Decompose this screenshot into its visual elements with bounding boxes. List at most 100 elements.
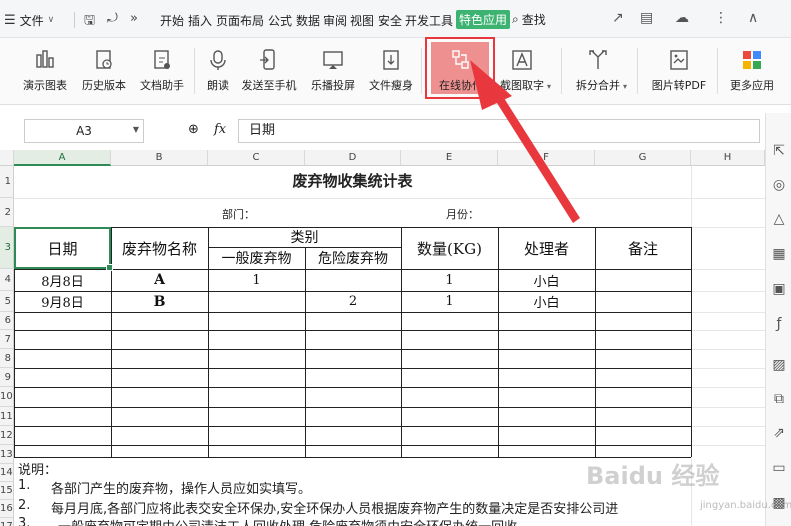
- export-icon[interactable]: ⇗: [770, 425, 788, 441]
- history-button[interactable]: 历史版本: [76, 44, 132, 100]
- zoom-icon[interactable]: ⊕: [188, 122, 199, 137]
- tab-formula[interactable]: 公式: [268, 12, 292, 29]
- cast-screen-button[interactable]: 乐播投屏: [306, 44, 360, 100]
- row-header[interactable]: 17: [0, 518, 14, 526]
- table-cell[interactable]: B: [111, 291, 208, 312]
- collapse-ribbon-icon[interactable]: ∧: [748, 10, 758, 26]
- col-header-b[interactable]: B: [111, 150, 208, 166]
- col-header-f[interactable]: F: [498, 150, 595, 166]
- share-icon[interactable]: ↗: [612, 10, 624, 26]
- row-header[interactable]: 7: [0, 330, 14, 349]
- tab-view[interactable]: 视图: [350, 12, 374, 29]
- tab-security[interactable]: 安全: [378, 12, 402, 29]
- row-header[interactable]: 10: [0, 387, 14, 407]
- table-cell[interactable]: [595, 269, 691, 291]
- table-cell[interactable]: 小白: [498, 291, 595, 312]
- more-options-icon[interactable]: ⋮: [714, 10, 728, 26]
- more-icon[interactable]: »: [130, 11, 138, 26]
- table-cell[interactable]: A: [111, 269, 208, 291]
- row-header[interactable]: 12: [0, 426, 14, 445]
- style-icon[interactable]: △: [770, 211, 788, 227]
- row-header[interactable]: 2: [0, 198, 14, 227]
- cloud-icon[interactable]: ☁: [675, 10, 689, 26]
- screenshot-text-button[interactable]: 截图取字: [492, 44, 552, 100]
- table-cell[interactable]: 1: [208, 269, 305, 291]
- col-header-a[interactable]: A: [14, 150, 111, 166]
- col-header-h[interactable]: H: [691, 150, 765, 166]
- table-cell[interactable]: [305, 269, 401, 291]
- copy-icon[interactable]: ⧉: [770, 391, 788, 407]
- fx-icon[interactable]: fx: [214, 122, 226, 137]
- archive-icon[interactable]: ▭: [770, 460, 788, 476]
- row-header[interactable]: 5: [0, 291, 14, 312]
- more-apps-button[interactable]: 更多应用: [724, 44, 780, 100]
- row-header[interactable]: 3: [0, 227, 14, 269]
- tab-insert[interactable]: 插入: [188, 12, 212, 29]
- split-merge-button[interactable]: 拆分合并: [570, 44, 626, 100]
- table-cell[interactable]: 1: [401, 291, 498, 312]
- demo-chart-button[interactable]: 演示图表: [16, 44, 74, 100]
- col-header-d[interactable]: D: [305, 150, 401, 166]
- table-cell[interactable]: [208, 291, 305, 312]
- col-header-g[interactable]: G: [595, 150, 691, 166]
- shapes-icon[interactable]: ◎: [770, 177, 788, 193]
- name-box[interactable]: A3 ▼: [24, 119, 144, 143]
- tab-page-layout[interactable]: 页面布局: [216, 12, 264, 29]
- header-category[interactable]: 类别: [208, 227, 401, 247]
- table-cell[interactable]: 1: [401, 269, 498, 291]
- row-header[interactable]: 6: [0, 312, 14, 330]
- tab-review[interactable]: 审阅: [323, 12, 347, 29]
- row-header[interactable]: 9: [0, 368, 14, 387]
- row-header[interactable]: 14: [0, 464, 14, 482]
- tab-data[interactable]: 数据: [296, 12, 320, 29]
- table-cell[interactable]: 2: [305, 291, 401, 312]
- header-handler[interactable]: 处理者: [498, 227, 595, 269]
- row-header[interactable]: 15: [0, 482, 14, 500]
- row-header[interactable]: 11: [0, 407, 14, 426]
- table-cell[interactable]: [595, 291, 691, 312]
- header-quantity[interactable]: 数量(KG): [401, 227, 498, 269]
- select-all-corner[interactable]: [0, 150, 14, 166]
- row-header[interactable]: 1: [0, 166, 14, 198]
- gridline: [691, 269, 765, 270]
- find-button[interactable]: ⌕ 查找: [512, 11, 546, 28]
- col-header-c[interactable]: C: [208, 150, 305, 166]
- row-header[interactable]: 13: [0, 445, 14, 464]
- search-icon: ⌕: [512, 12, 519, 26]
- table-cell[interactable]: 9月8日: [14, 291, 111, 312]
- read-aloud-button[interactable]: 朗读: [200, 44, 236, 100]
- header-waste-name[interactable]: 废弃物名称: [111, 227, 208, 269]
- table-icon[interactable]: ▦: [770, 246, 788, 262]
- row-header[interactable]: 8: [0, 349, 14, 368]
- tab-developer[interactable]: 开发工具: [405, 12, 453, 29]
- doc-assistant-button[interactable]: 文档助手: [134, 44, 190, 100]
- image-icon[interactable]: ▨: [770, 357, 788, 373]
- col-header-e[interactable]: E: [401, 150, 498, 166]
- screenshot-text-icon: [511, 48, 533, 72]
- table-cell[interactable]: 小白: [498, 269, 595, 291]
- function-icon[interactable]: ƒ: [770, 316, 788, 332]
- file-slim-button[interactable]: 文件瘦身: [364, 44, 418, 100]
- row-header[interactable]: 16: [0, 500, 14, 518]
- send-to-phone-button[interactable]: 发送至手机: [238, 44, 300, 100]
- row-header[interactable]: 4: [0, 269, 14, 291]
- formula-input[interactable]: 日期: [238, 119, 760, 143]
- image-to-pdf-button[interactable]: 图片转PDF: [648, 44, 710, 100]
- format-painter-icon[interactable]: ⤾: [107, 11, 118, 26]
- sheet-title: 废弃物收集统计表: [292, 172, 413, 190]
- header-hazardous-waste[interactable]: 危险废弃物: [305, 247, 401, 269]
- note-number: 3.: [18, 516, 31, 526]
- cursor-icon[interactable]: ⇱: [770, 143, 788, 159]
- header-general-waste[interactable]: 一般废弃物: [208, 247, 305, 269]
- save-icon[interactable]: 🖫: [84, 11, 95, 33]
- grid-icon[interactable]: ▣: [770, 281, 788, 297]
- chevron-down-icon[interactable]: ▾: [623, 82, 627, 91]
- chevron-down-icon[interactable]: ▼: [133, 125, 139, 134]
- tab-start[interactable]: 开始: [160, 12, 184, 29]
- chevron-down-icon[interactable]: ▾: [547, 82, 551, 91]
- header-remark[interactable]: 备注: [595, 227, 691, 269]
- calendar-icon[interactable]: ▤: [640, 10, 653, 26]
- tab-special-apps[interactable]: 特色应用: [456, 10, 511, 29]
- table-cell[interactable]: 8月8日: [14, 269, 111, 291]
- file-menu[interactable]: ☰ 文件 ∨: [4, 10, 54, 30]
